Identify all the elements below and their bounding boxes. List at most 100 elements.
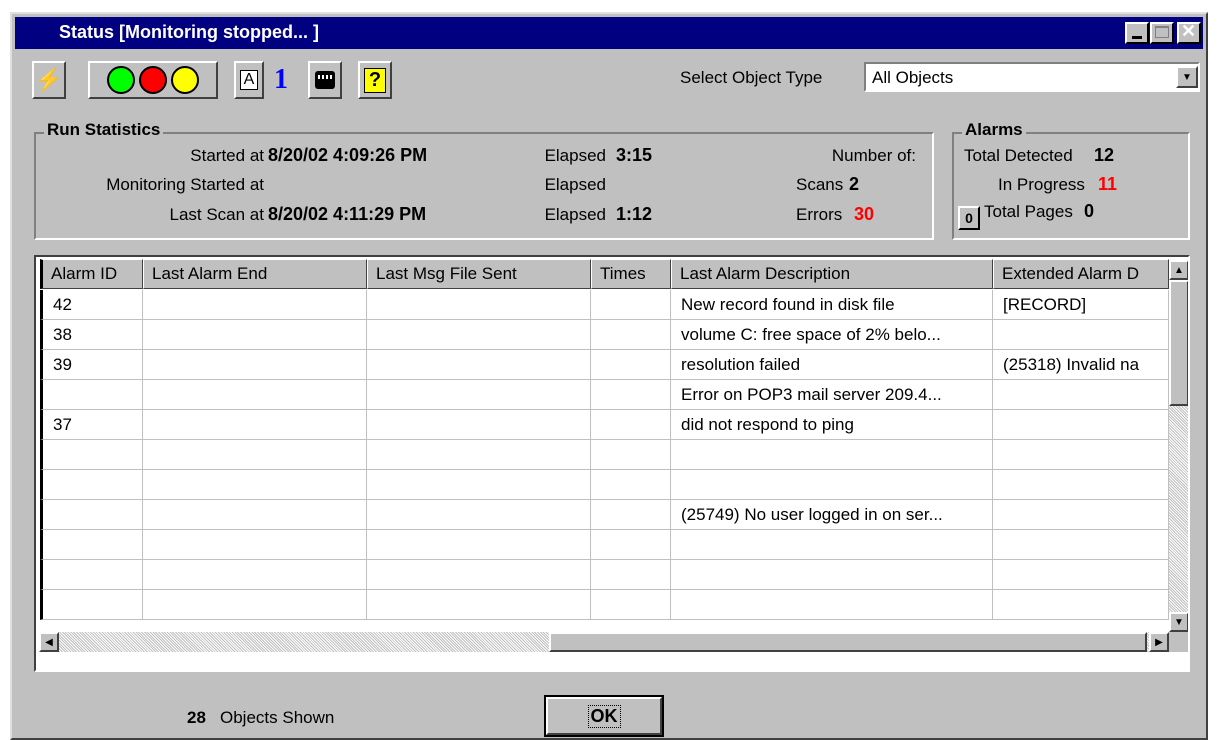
table-cell-alarm-id[interactable] (40, 560, 143, 590)
table-cell-last-alarm-end[interactable] (143, 320, 367, 350)
column-header-last-msg-file-sent[interactable]: Last Msg File Sent (367, 259, 591, 289)
table-cell-last-msg-file-sent[interactable] (367, 590, 591, 620)
scroll-left-button[interactable]: ◀ (39, 632, 59, 652)
table-cell-last-alarm-description[interactable] (671, 470, 993, 500)
table-cell-extended-alarm[interactable] (993, 440, 1169, 470)
table-cell-last-msg-file-sent[interactable] (367, 440, 591, 470)
alarm-table[interactable]: Alarm ID Last Alarm End Last Msg File Se… (34, 255, 1190, 672)
column-header-alarm-id[interactable]: Alarm ID (40, 259, 143, 289)
table-cell-last-alarm-end[interactable] (143, 410, 367, 440)
table-cell-extended-alarm[interactable]: (25318) Invalid na (993, 350, 1169, 380)
table-cell-last-alarm-description[interactable] (671, 590, 993, 620)
table-cell-last-msg-file-sent[interactable] (367, 410, 591, 440)
table-cell-last-alarm-end[interactable] (143, 470, 367, 500)
title-bar[interactable]: Status [Monitoring stopped... ] ✕ (15, 17, 1203, 49)
table-cell-last-alarm-end[interactable] (143, 500, 367, 530)
text-format-button[interactable]: A (234, 61, 264, 99)
table-cell-last-alarm-end[interactable] (143, 380, 367, 410)
vertical-scrollbar[interactable]: ▲ ▼ (1169, 260, 1188, 632)
table-cell-last-alarm-description[interactable]: (25749) No user logged in on ser... (671, 500, 993, 530)
table-cell-extended-alarm[interactable] (993, 590, 1169, 620)
table-cell-last-alarm-end[interactable] (143, 590, 367, 620)
table-cell-last-alarm-description[interactable] (671, 440, 993, 470)
table-cell-last-alarm-description[interactable]: New record found in disk file (671, 290, 993, 320)
table-cell-alarm-id[interactable] (40, 440, 143, 470)
dropdown-button[interactable]: ▼ (1176, 66, 1198, 88)
table-cell-extended-alarm[interactable] (993, 470, 1169, 500)
table-cell-last-msg-file-sent[interactable] (367, 530, 591, 560)
ok-button[interactable]: OK (544, 695, 664, 737)
table-cell-times[interactable] (591, 470, 671, 500)
table-cell-alarm-id[interactable] (40, 470, 143, 500)
yellow-status-icon[interactable] (171, 66, 199, 94)
table-cell-last-alarm-description[interactable]: volume C: free space of 2% belo... (671, 320, 993, 350)
table-cell-times[interactable] (591, 320, 671, 350)
vertical-scroll-thumb[interactable] (1169, 280, 1188, 406)
table-cell-times[interactable] (591, 530, 671, 560)
table-cell-times[interactable] (591, 350, 671, 380)
table-cell-extended-alarm[interactable] (993, 560, 1169, 590)
close-button[interactable]: ✕ (1177, 21, 1201, 44)
number-one-button[interactable]: 1 (266, 61, 296, 99)
table-cell-alarm-id[interactable]: 37 (40, 410, 143, 440)
elapsed-value-1: 3:15 (616, 145, 653, 165)
keyboard-button[interactable] (308, 61, 342, 99)
table-cell-last-alarm-description[interactable] (671, 530, 993, 560)
horizontal-scroll-thumb[interactable] (549, 632, 1147, 652)
help-button[interactable]: ? (358, 61, 392, 99)
table-cell-last-alarm-description[interactable]: resolution failed (671, 350, 993, 380)
table-cell-extended-alarm[interactable]: [RECORD] (993, 290, 1169, 320)
table-cell-last-alarm-end[interactable] (143, 560, 367, 590)
table-cell-alarm-id[interactable] (40, 530, 143, 560)
object-type-select[interactable]: All Objects ▼ (864, 62, 1200, 92)
maximize-button[interactable] (1150, 22, 1174, 44)
minimize-button[interactable] (1125, 22, 1149, 44)
table-cell-times[interactable] (591, 590, 671, 620)
table-cell-last-alarm-end[interactable] (143, 350, 367, 380)
objects-count: 28 (187, 708, 206, 727)
horizontal-scrollbar[interactable]: ◀ ▶ (39, 632, 1169, 652)
status-filter-buttons[interactable] (88, 61, 218, 99)
table-cell-extended-alarm[interactable] (993, 380, 1169, 410)
column-header-times[interactable]: Times (591, 259, 671, 289)
scroll-down-button[interactable]: ▼ (1169, 612, 1188, 632)
column-header-last-alarm-description[interactable]: Last Alarm Description (671, 259, 993, 289)
table-cell-last-alarm-end[interactable] (143, 530, 367, 560)
table-cell-times[interactable] (591, 290, 671, 320)
table-cell-alarm-id[interactable] (40, 500, 143, 530)
column-header-last-alarm-end[interactable]: Last Alarm End (143, 259, 367, 289)
table-cell-last-alarm-description[interactable]: Error on POP3 mail server 209.4... (671, 380, 993, 410)
table-cell-last-alarm-end[interactable] (143, 290, 367, 320)
table-cell-times[interactable] (591, 380, 671, 410)
table-cell-times[interactable] (591, 500, 671, 530)
total-pages-button[interactable]: 0 (958, 206, 980, 230)
table-cell-last-msg-file-sent[interactable] (367, 320, 591, 350)
scroll-right-button[interactable]: ▶ (1149, 632, 1169, 652)
scroll-up-button[interactable]: ▲ (1169, 260, 1188, 280)
table-cell-last-msg-file-sent[interactable] (367, 350, 591, 380)
table-cell-extended-alarm[interactable] (993, 410, 1169, 440)
table-cell-last-alarm-description[interactable] (671, 560, 993, 590)
table-cell-alarm-id[interactable] (40, 380, 143, 410)
table-cell-last-msg-file-sent[interactable] (367, 560, 591, 590)
table-cell-last-msg-file-sent[interactable] (367, 380, 591, 410)
green-status-icon[interactable] (107, 66, 135, 94)
lightning-button[interactable]: ⚡ (32, 61, 66, 99)
table-cell-alarm-id[interactable]: 38 (40, 320, 143, 350)
table-cell-last-msg-file-sent[interactable] (367, 470, 591, 500)
table-cell-extended-alarm[interactable] (993, 530, 1169, 560)
table-cell-extended-alarm[interactable] (993, 320, 1169, 350)
table-cell-times[interactable] (591, 440, 671, 470)
table-cell-last-alarm-description[interactable]: did not respond to ping (671, 410, 993, 440)
table-cell-times[interactable] (591, 410, 671, 440)
table-cell-times[interactable] (591, 560, 671, 590)
table-cell-last-msg-file-sent[interactable] (367, 500, 591, 530)
table-cell-last-alarm-end[interactable] (143, 440, 367, 470)
table-cell-alarm-id[interactable] (40, 590, 143, 620)
red-status-icon[interactable] (139, 66, 167, 94)
table-cell-extended-alarm[interactable] (993, 500, 1169, 530)
table-cell-alarm-id[interactable]: 39 (40, 350, 143, 380)
table-cell-alarm-id[interactable]: 42 (40, 290, 143, 320)
table-cell-last-msg-file-sent[interactable] (367, 290, 591, 320)
column-header-extended-alarm[interactable]: Extended Alarm D (993, 259, 1169, 289)
